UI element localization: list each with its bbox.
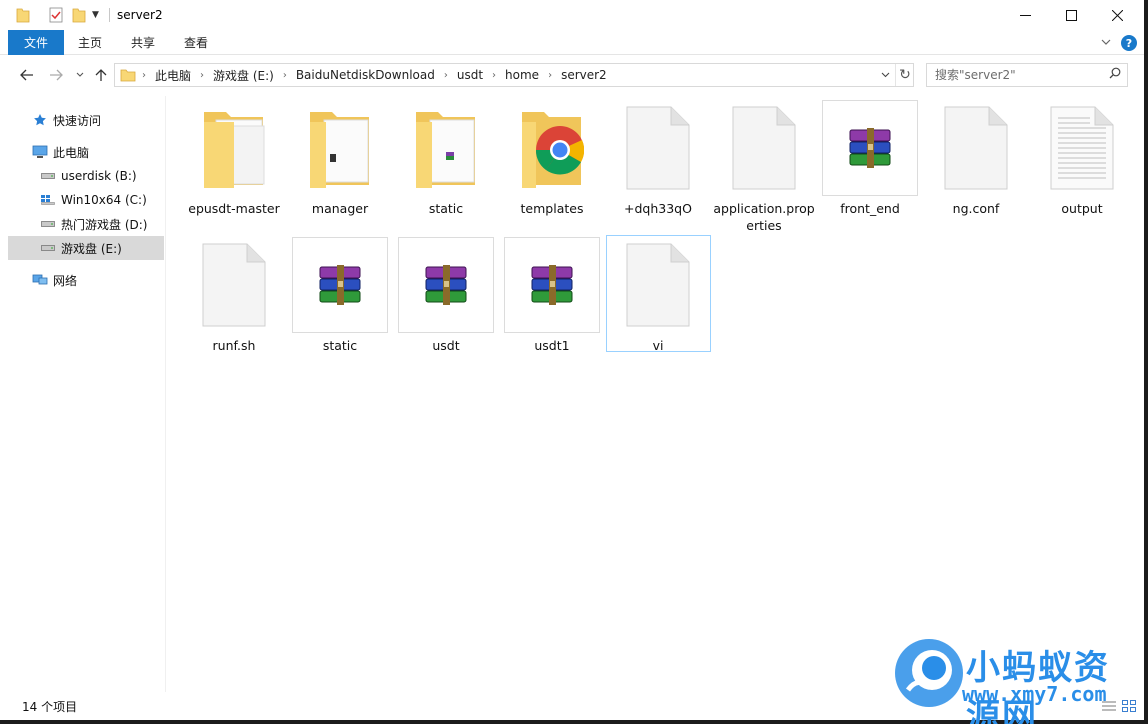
search-icon[interactable] <box>1109 67 1121 83</box>
properties-icon[interactable] <box>49 6 63 24</box>
chrome-folder-icon <box>504 100 600 196</box>
breadcrumb-separator[interactable]: › <box>492 70 496 81</box>
help-icon[interactable]: ? <box>1121 35 1137 51</box>
sidebar-item-userdisk-b[interactable]: userdisk (B:) <box>8 164 164 188</box>
sidebar-item-label: 游戏盘 (E:) <box>61 241 122 256</box>
minimize-button[interactable] <box>1002 0 1048 30</box>
maximize-button[interactable] <box>1048 0 1094 30</box>
text-file-icon <box>1034 100 1130 196</box>
breadcrumb-usdt[interactable]: usdt <box>457 68 483 82</box>
explorer-window: ▼ server2 文件 主页 共享 查看 ? › 此电脑 › 游戏盘 (E:)… <box>0 0 1148 724</box>
file-name: application.properties <box>713 201 815 233</box>
folder-icon <box>398 100 494 196</box>
navigation-bar: › 此电脑 › 游戏盘 (E:) › BaiduNetdiskDownload … <box>0 56 1144 94</box>
winrar-archive-icon <box>504 237 600 333</box>
file-name: runf.sh <box>212 338 256 353</box>
back-button[interactable] <box>17 65 37 85</box>
file-name: static <box>428 201 464 216</box>
navigation-pane: 快速访问 此电脑 userdisk (B:) Win10x64 (C:) 热门游… <box>8 96 166 692</box>
sidebar-item-hot-games-d[interactable]: 热门游戏盘 (D:) <box>8 212 164 236</box>
file-icon <box>186 237 282 333</box>
breadcrumb-separator[interactable]: › <box>548 70 552 81</box>
close-button[interactable] <box>1094 0 1140 30</box>
breadcrumb-separator[interactable]: › <box>142 70 146 81</box>
search-input[interactable] <box>927 64 1097 86</box>
forward-button[interactable] <box>46 65 66 85</box>
breadcrumb-this-pc[interactable]: 此电脑 <box>155 67 191 84</box>
sidebar-item-label: Win10x64 (C:) <box>61 193 147 207</box>
watermark-url: www.xmy7.com <box>962 682 1107 706</box>
sidebar-item-quick-access[interactable]: 快速访问 <box>8 108 164 132</box>
address-dropdown-icon[interactable] <box>877 67 893 83</box>
tab-home[interactable]: 主页 <box>78 30 102 55</box>
sidebar-item-label: 此电脑 <box>53 145 90 160</box>
network-icon <box>32 273 48 287</box>
windows-drive-icon <box>40 193 56 207</box>
breadcrumb-server2[interactable]: server2 <box>561 68 607 82</box>
file-name: epusdt-master <box>188 201 280 216</box>
breadcrumb-drive-e[interactable]: 游戏盘 (E:) <box>213 67 274 84</box>
winrar-archive-icon <box>822 100 918 196</box>
sidebar-item-this-pc[interactable]: 此电脑 <box>8 140 164 164</box>
breadcrumb-separator[interactable]: › <box>200 70 204 81</box>
file-icon <box>610 237 706 333</box>
file-name: +dqh33qO <box>624 201 692 216</box>
file-name: manager <box>311 201 369 216</box>
computer-icon <box>32 145 48 159</box>
file-icon <box>928 100 1024 196</box>
tab-view[interactable]: 查看 <box>184 30 208 55</box>
sidebar-item-label: userdisk (B:) <box>61 169 137 183</box>
quick-access-folder-icon[interactable] <box>16 6 30 24</box>
expand-ribbon-icon[interactable] <box>1101 36 1111 49</box>
file-icon <box>610 100 706 196</box>
file-name: ng.conf <box>952 201 1000 216</box>
customize-toolbar-icon[interactable]: ▼ <box>92 6 99 24</box>
sidebar-item-label: 网络 <box>53 273 78 288</box>
tab-share[interactable]: 共享 <box>131 30 155 55</box>
sidebar-item-win10x64-c[interactable]: Win10x64 (C:) <box>8 188 164 212</box>
file-name: usdt1 <box>534 338 570 353</box>
folder-icon <box>186 100 282 196</box>
sidebar-item-label: 热门游戏盘 (D:) <box>61 217 148 232</box>
breadcrumb-separator[interactable]: › <box>444 70 448 81</box>
vertical-scrollbar[interactable] <box>1138 96 1144 692</box>
file-name: templates <box>520 201 584 216</box>
search-box[interactable] <box>926 63 1128 87</box>
up-button[interactable] <box>91 65 111 85</box>
file-list: epusdt-master manager static templates + <box>168 96 1140 692</box>
title-bar: ▼ server2 <box>0 0 1144 30</box>
window-title: server2 <box>117 8 163 22</box>
tab-file[interactable]: 文件 <box>8 30 64 55</box>
ribbon-tabs: 文件 主页 共享 查看 ? <box>0 30 1144 55</box>
recent-locations-button[interactable] <box>70 65 90 85</box>
item-count: 14 个项目 <box>22 700 78 714</box>
folder-icon <box>292 100 388 196</box>
address-bar[interactable]: › 此电脑 › 游戏盘 (E:) › BaiduNetdiskDownload … <box>114 63 914 87</box>
sidebar-item-label: 快速访问 <box>53 113 102 128</box>
ant-logo-icon <box>895 639 963 707</box>
file-name: front_end <box>840 201 900 216</box>
drive-icon <box>40 169 56 183</box>
breadcrumb-baidunetdiskdownload[interactable]: BaiduNetdiskDownload <box>296 68 435 82</box>
winrar-archive-icon <box>398 237 494 333</box>
winrar-archive-icon <box>292 237 388 333</box>
sidebar-item-network[interactable]: 网络 <box>8 268 164 292</box>
watermark: 小蚂蚁资源网 www.xmy7.com <box>894 638 1144 724</box>
file-name: output <box>1061 201 1103 216</box>
breadcrumb-home[interactable]: home <box>505 68 539 82</box>
drive-icon <box>40 241 56 255</box>
folder-icon <box>120 68 136 82</box>
file-icon <box>716 100 812 196</box>
title-separator <box>109 8 110 22</box>
file-name: vi <box>652 338 664 353</box>
file-name: usdt <box>432 338 460 353</box>
refresh-button[interactable]: ↻ <box>895 64 914 86</box>
star-icon <box>32 113 48 127</box>
sidebar-item-games-e[interactable]: 游戏盘 (E:) <box>8 236 164 260</box>
new-folder-icon[interactable] <box>72 6 86 24</box>
file-name: static <box>322 338 358 353</box>
drive-icon <box>40 217 56 231</box>
breadcrumb-separator[interactable]: › <box>283 70 287 81</box>
